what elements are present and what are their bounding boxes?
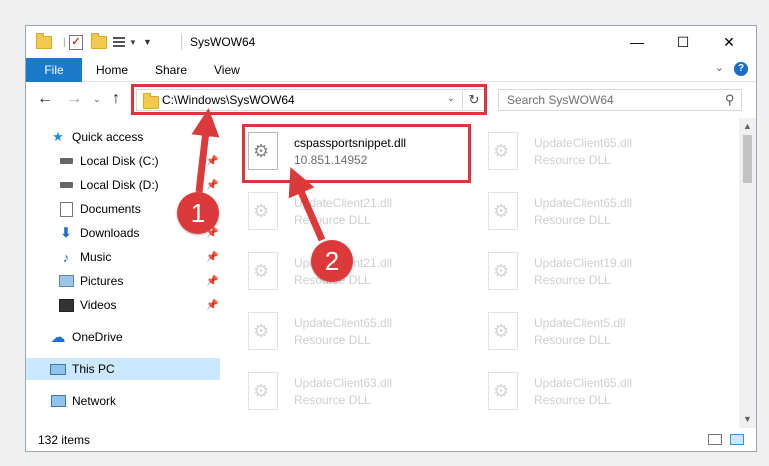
step-2-badge: 2 bbox=[311, 240, 353, 282]
arrow-2 bbox=[288, 167, 326, 242]
arrow-1 bbox=[191, 108, 220, 193]
step-1-badge: 1 bbox=[177, 192, 219, 234]
annotation-arrows bbox=[191, 108, 326, 242]
